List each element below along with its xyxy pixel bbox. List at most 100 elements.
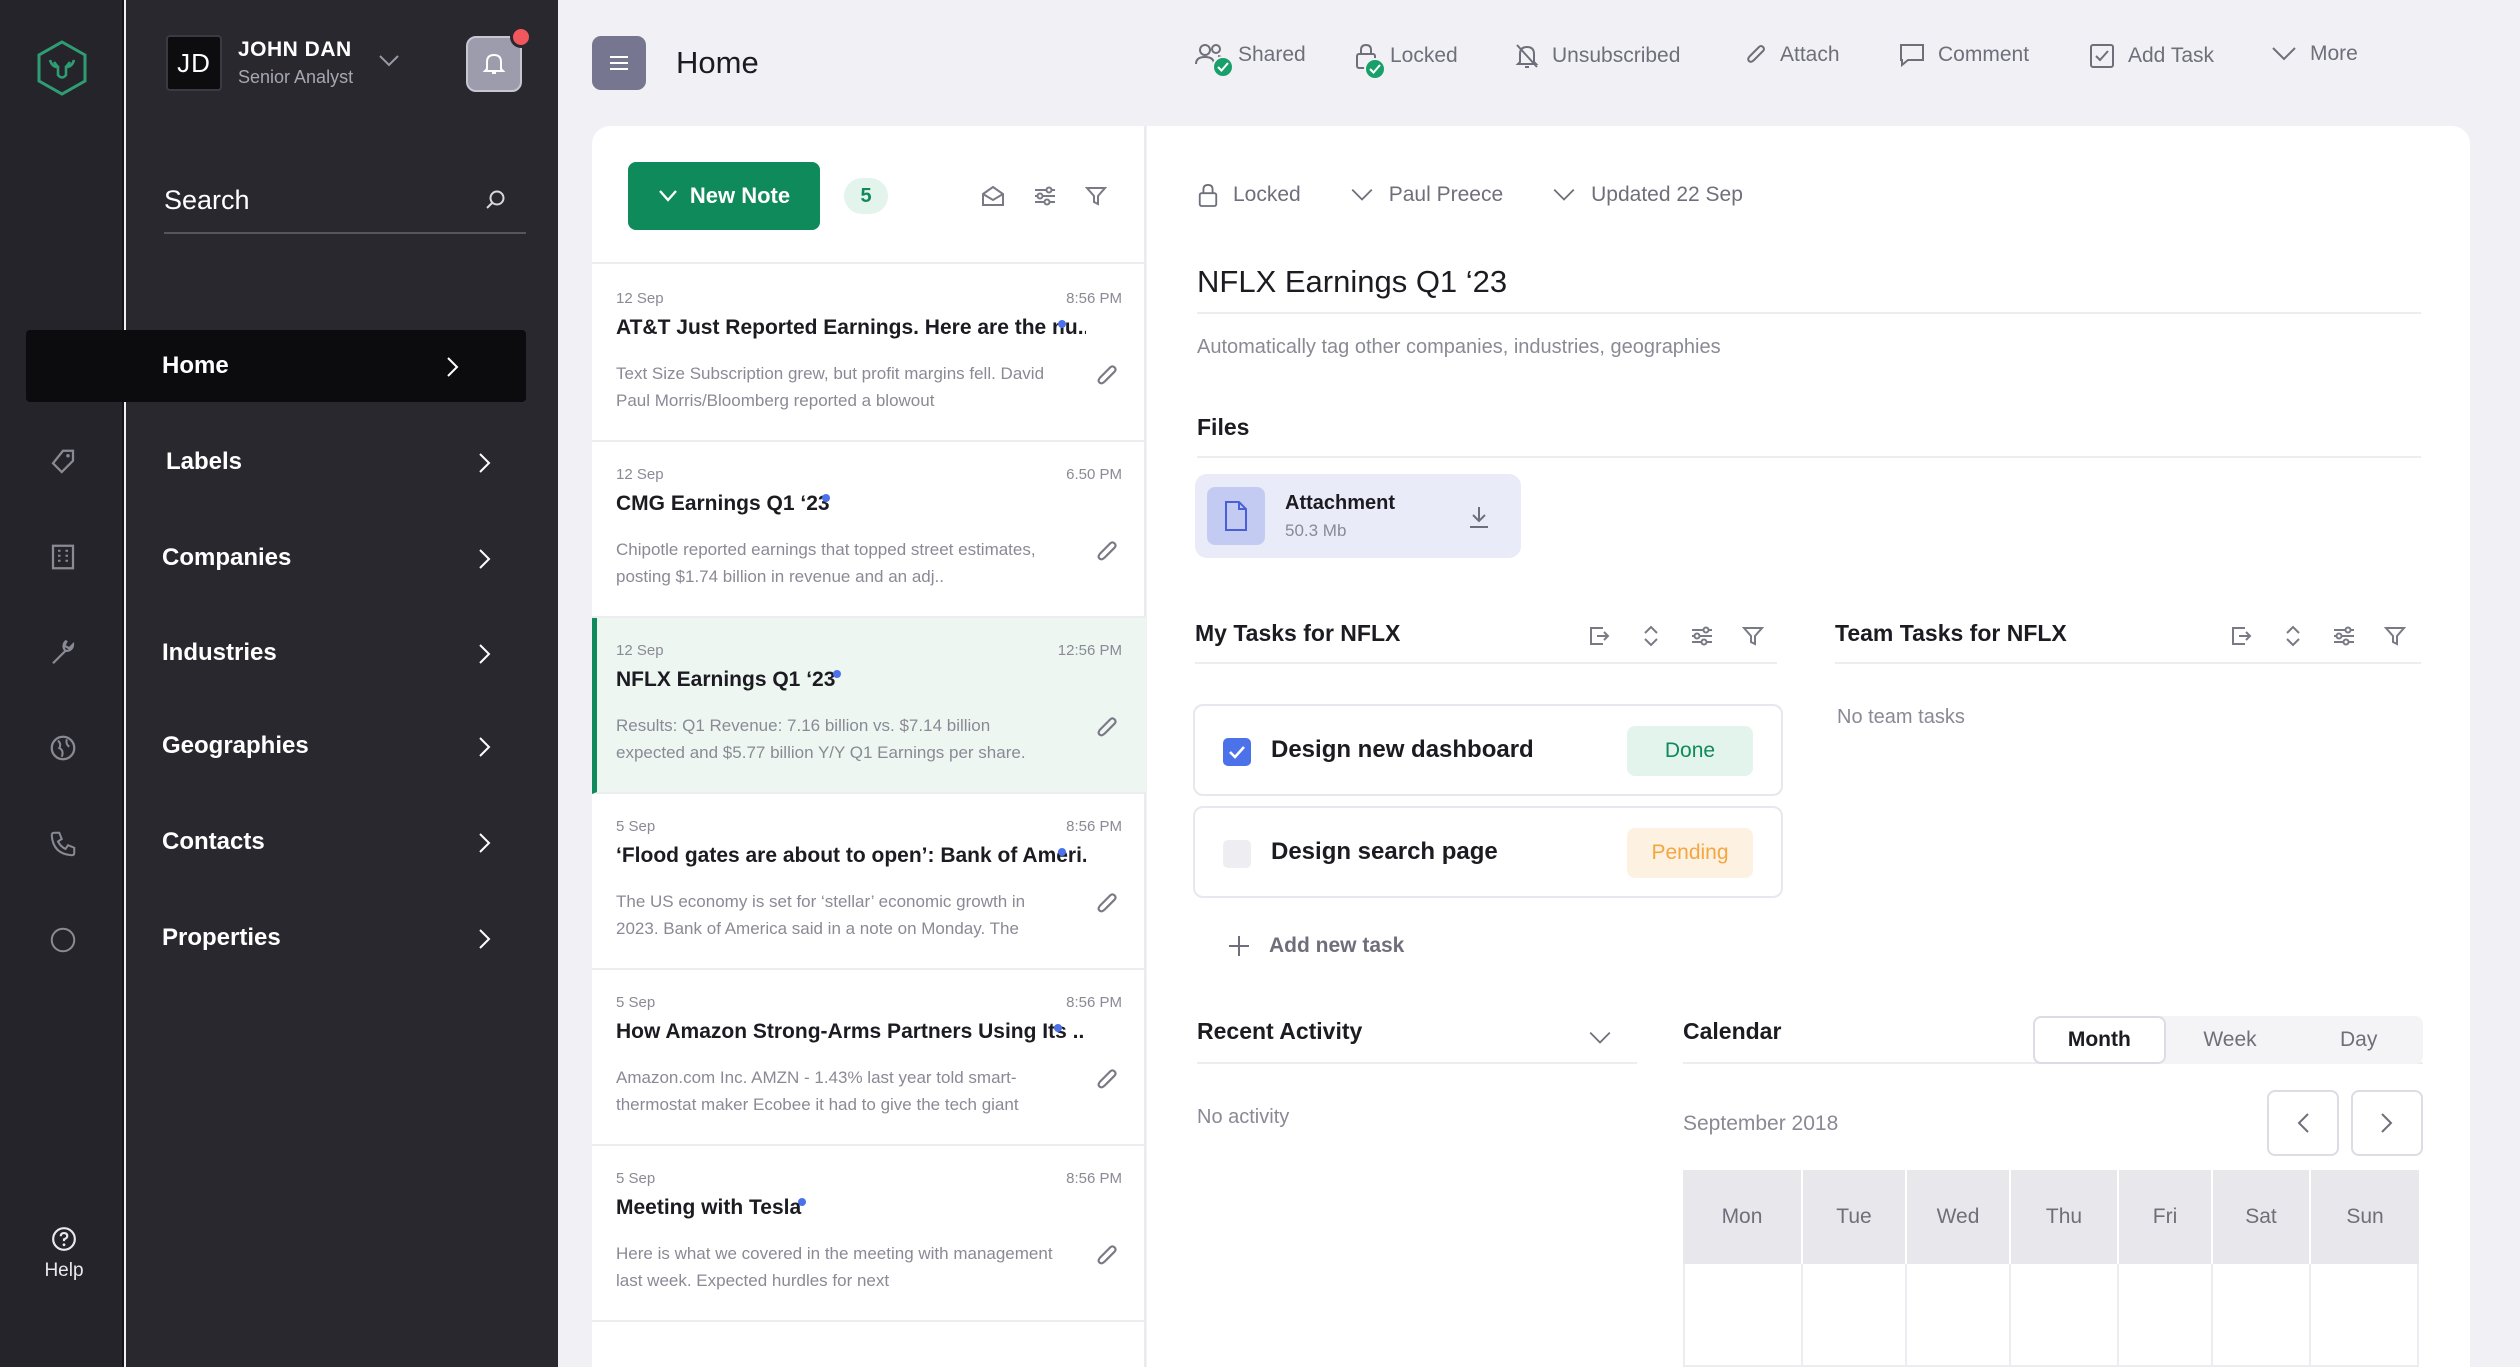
chevron-left-icon xyxy=(2297,1113,2309,1133)
user-profile[interactable]: JD JOHN DAN Senior Analyst xyxy=(166,35,353,91)
top-bar: Home Shared Locked Unsubscribed Attach C… xyxy=(558,0,2520,126)
chevron-right-icon xyxy=(446,356,460,378)
note-item[interactable]: 12 Sep 6.50 PM CMG Earnings Q1 ‘23 Chipo… xyxy=(592,442,1146,618)
tab-day[interactable]: Day xyxy=(2294,1016,2423,1064)
sliders-icon[interactable] xyxy=(1032,184,1058,208)
calendar-day-cell[interactable] xyxy=(1803,1264,1907,1367)
notes-toolbar: New Note 5 xyxy=(592,126,1146,264)
note-item[interactable]: 12 Sep 8:56 PM AT&T Just Reported Earnin… xyxy=(592,266,1146,442)
note-time: 6.50 PM xyxy=(1066,466,1122,483)
comment-action[interactable]: Comment xyxy=(1898,42,2029,68)
attach-action[interactable]: Attach xyxy=(1744,42,1840,68)
sidebar-item-geographies[interactable]: Geographies xyxy=(126,710,558,782)
avatar: JD xyxy=(166,35,222,91)
sidebar-item-labels[interactable]: Labels xyxy=(126,426,558,498)
attachment-file[interactable]: Attachment 50.3 Mb xyxy=(1195,474,1521,558)
filter-icon[interactable] xyxy=(2383,624,2407,648)
more-action[interactable]: More xyxy=(2270,42,2358,66)
paperclip-icon[interactable] xyxy=(1094,1066,1120,1094)
download-icon[interactable] xyxy=(1467,504,1491,530)
paperclip-icon[interactable] xyxy=(1094,890,1120,918)
status-badge[interactable]: Done xyxy=(1627,726,1753,776)
note-item[interactable]: 5 Sep 8:56 PM How Amazon Strong-Arms Par… xyxy=(592,970,1146,1146)
calendar-day-cell[interactable] xyxy=(1683,1264,1803,1367)
sort-icon[interactable] xyxy=(1639,624,1663,648)
filter-icon[interactable] xyxy=(1084,184,1108,208)
search-box[interactable]: Search xyxy=(164,168,526,234)
sidebar-item-label: Contacts xyxy=(162,828,265,855)
paperclip-icon[interactable] xyxy=(1094,1242,1120,1270)
calendar-prev-button[interactable] xyxy=(2267,1090,2339,1156)
circle-rail-icon[interactable] xyxy=(47,924,79,956)
recent-activity-heading: Recent Activity xyxy=(1197,1018,1637,1064)
tab-week[interactable]: Week xyxy=(2166,1016,2295,1064)
add-task-button[interactable]: Add new task xyxy=(1227,934,1404,958)
wrench-rail-icon[interactable] xyxy=(47,636,79,668)
calendar-day-cell[interactable] xyxy=(1907,1264,2011,1367)
calendar-day-cell[interactable] xyxy=(2213,1264,2311,1367)
lock-status[interactable]: Locked xyxy=(1197,182,1301,208)
filter-icon[interactable] xyxy=(1741,624,1765,648)
sidebar-item-companies[interactable]: Companies xyxy=(126,522,558,594)
task-item[interactable]: Design new dashboard Done xyxy=(1193,704,1783,796)
activity-empty: No activity xyxy=(1197,1106,1290,1128)
user-menu-chevron-icon[interactable] xyxy=(378,54,400,68)
sidebar-item-label: Properties xyxy=(162,924,281,951)
add-task-action[interactable]: Add Task xyxy=(2088,42,2214,70)
menu-toggle-button[interactable] xyxy=(592,36,646,90)
help-button[interactable]: Help xyxy=(36,1226,92,1282)
unsubscribed-action[interactable]: Unsubscribed xyxy=(1514,42,1680,70)
note-item-selected[interactable]: 12 Sep 12:56 PM NFLX Earnings Q1 ‘23 Res… xyxy=(592,618,1146,794)
weekday-label: Mon xyxy=(1683,1170,1803,1264)
export-icon[interactable] xyxy=(1587,624,1611,648)
tab-month[interactable]: Month xyxy=(2033,1016,2166,1064)
new-note-button[interactable]: New Note xyxy=(628,162,820,230)
updated-dropdown[interactable]: Updated 22 Sep xyxy=(1551,183,1743,207)
task-checkbox[interactable] xyxy=(1223,738,1251,766)
calendar-next-button[interactable] xyxy=(2351,1090,2423,1156)
building-rail-icon[interactable] xyxy=(47,541,79,573)
status-badge[interactable]: Pending xyxy=(1627,828,1753,878)
note-time: 8:56 PM xyxy=(1066,1170,1122,1187)
note-item[interactable]: 5 Sep 8:56 PM ‘Flood gates are about to … xyxy=(592,794,1146,970)
chevron-down-icon[interactable] xyxy=(1587,1030,1613,1046)
shared-action[interactable]: Shared xyxy=(1194,42,1306,78)
sliders-icon[interactable] xyxy=(1689,624,1715,648)
weekday-label: Wed xyxy=(1907,1170,2011,1264)
sidebar-item-properties[interactable]: Properties xyxy=(126,902,558,974)
tag-rail-icon[interactable] xyxy=(47,446,79,478)
note-date: 12 Sep xyxy=(616,290,664,307)
lock-status-label: Locked xyxy=(1233,183,1301,206)
notifications-button[interactable] xyxy=(466,26,532,92)
globe-rail-icon[interactable] xyxy=(47,732,79,764)
paperclip-icon[interactable] xyxy=(1094,538,1120,566)
paperclip-icon[interactable] xyxy=(1094,714,1120,742)
note-time: 8:56 PM xyxy=(1066,994,1122,1011)
calendar-day-cell[interactable] xyxy=(2011,1264,2119,1367)
phone-rail-icon[interactable] xyxy=(47,828,79,860)
chevron-right-icon xyxy=(478,832,492,854)
sliders-icon[interactable] xyxy=(2331,624,2357,648)
note-title-field[interactable]: NFLX Earnings Q1 ‘23 xyxy=(1197,264,2421,314)
auto-tag-hint[interactable]: Automatically tag other companies, indus… xyxy=(1197,336,1721,359)
locked-action[interactable]: Locked xyxy=(1354,42,1458,80)
check-badge-icon xyxy=(1212,56,1234,78)
calendar-day-cell[interactable] xyxy=(2311,1264,2419,1367)
chevron-right-icon xyxy=(2381,1113,2393,1133)
export-icon[interactable] xyxy=(2229,624,2253,648)
note-preview: Amazon.com Inc. AMZN - 1.43% last year t… xyxy=(616,1068,1019,1114)
sidebar-item-contacts[interactable]: Contacts xyxy=(126,806,558,878)
task-checkbox[interactable] xyxy=(1223,840,1251,868)
task-item[interactable]: Design search page Pending xyxy=(1193,806,1783,898)
sidebar-item-industries[interactable]: Industries xyxy=(126,617,558,689)
sort-icon[interactable] xyxy=(2281,624,2305,648)
author-dropdown[interactable]: Paul Preece xyxy=(1349,183,1503,207)
locked-label: Locked xyxy=(1390,44,1458,67)
sidebar-item-home[interactable]: Home xyxy=(26,330,526,402)
note-item[interactable]: 5 Sep 8:56 PM Meeting with Tesla Here is… xyxy=(592,1146,1146,1322)
calendar-day-cell[interactable] xyxy=(2119,1264,2213,1367)
paperclip-icon[interactable] xyxy=(1094,362,1120,390)
author-label: Paul Preece xyxy=(1388,183,1504,206)
bull-logo-icon[interactable] xyxy=(36,40,88,96)
mail-open-icon[interactable] xyxy=(980,184,1006,208)
